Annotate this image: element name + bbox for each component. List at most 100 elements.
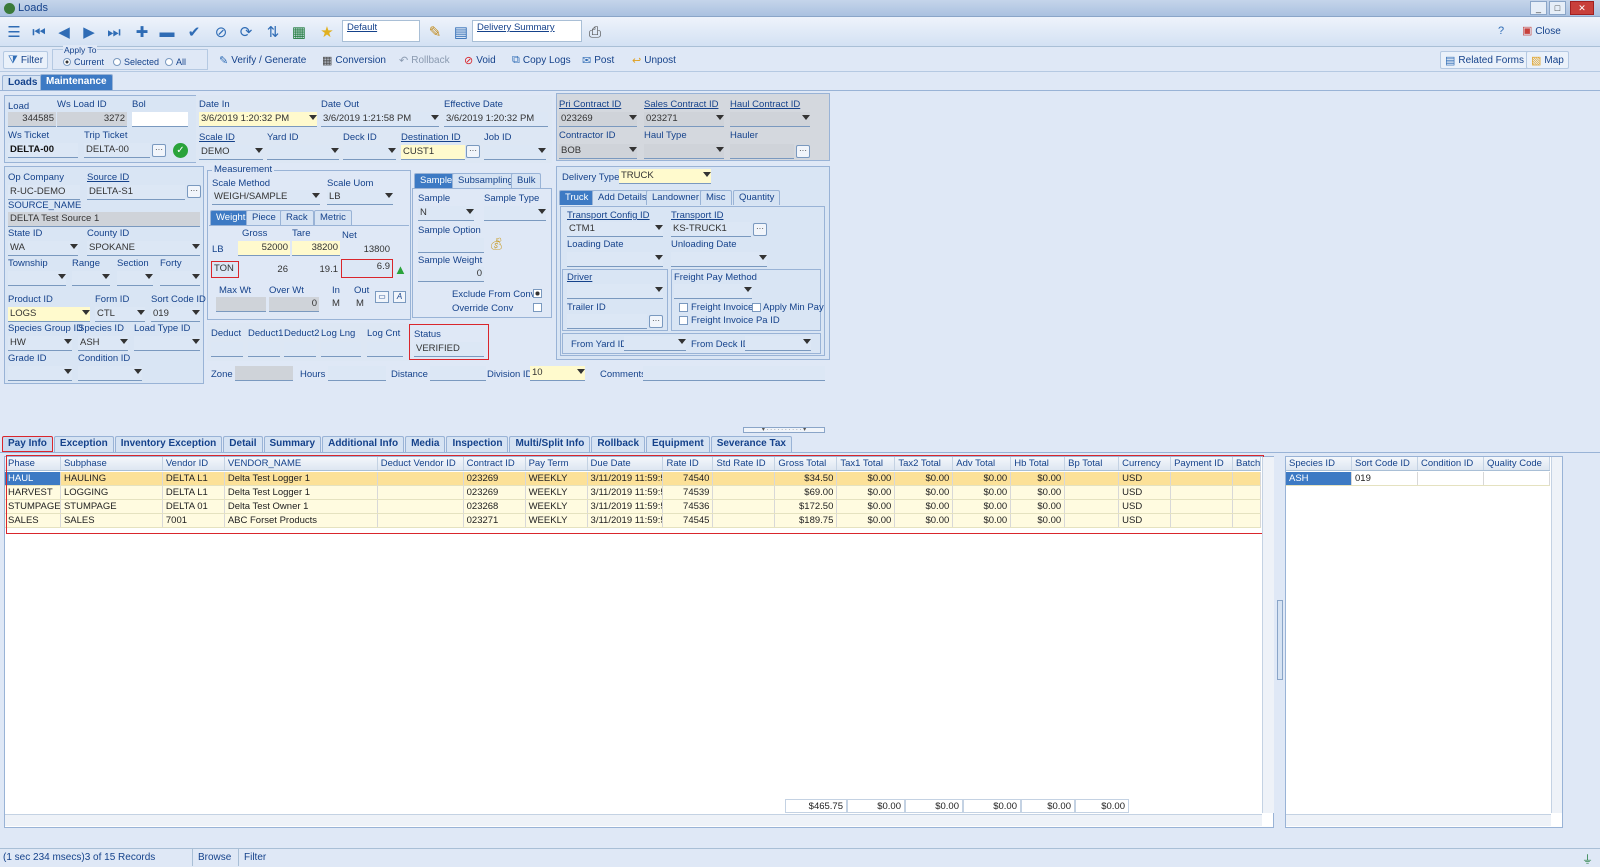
print-icon[interactable]: ⎙ [584, 21, 606, 43]
tab-additional-info[interactable]: Additional Info [322, 436, 405, 452]
pay-grid-vscrollbar[interactable] [1262, 457, 1274, 813]
freight-pay-field[interactable] [674, 284, 752, 299]
job-id-field[interactable] [484, 145, 546, 160]
scale-id-label[interactable]: Scale ID [199, 132, 235, 143]
filter-button[interactable]: ⧩ Filter [3, 51, 49, 69]
apply-all-radio[interactable]: All [165, 57, 186, 67]
delete-record-icon[interactable]: ▬ [156, 21, 178, 43]
source-id-field[interactable]: DELTA-S1 [87, 185, 185, 200]
destination-id-label[interactable]: Destination ID [401, 132, 461, 143]
next-record-icon[interactable]: ▶ [78, 21, 100, 43]
exclude-conv-checkbox[interactable] [533, 289, 542, 298]
sort-code-field[interactable]: 019 [151, 307, 200, 322]
destination-lookup-button[interactable]: ··· [466, 145, 480, 158]
deduct1-field[interactable] [248, 342, 280, 357]
freight-invoice-checkbox[interactable] [679, 303, 688, 312]
source-lookup-button[interactable]: ··· [187, 185, 201, 198]
transport-config-field[interactable]: CTM1 [567, 222, 663, 237]
freight-invoice-pa-checkbox[interactable] [679, 316, 688, 325]
driver-label[interactable]: Driver [567, 272, 592, 283]
delivery-type-field[interactable]: TRUCK [619, 169, 711, 184]
deduct-field[interactable] [211, 342, 243, 357]
sales-contract-field[interactable]: 023271 [644, 112, 724, 127]
date-out-field[interactable]: 3/6/2019 1:21:58 PM [321, 112, 439, 127]
export-icon[interactable]: ⇅ [262, 21, 284, 43]
from-deck-field[interactable] [745, 336, 811, 351]
save-record-icon[interactable]: ✔ [183, 21, 205, 43]
table-cell[interactable] [1418, 472, 1484, 485]
sample-option-field[interactable] [418, 238, 484, 253]
unpost-button[interactable]: ↩ Unpost [628, 51, 680, 69]
tab-maintenance[interactable]: Maintenance [40, 74, 113, 90]
table-row[interactable]: ASH 019 [1286, 472, 1550, 486]
hauler-lookup-button[interactable]: ··· [796, 145, 810, 158]
division-field[interactable]: 10 [530, 366, 585, 381]
hours-field[interactable] [328, 366, 386, 381]
override-conv-checkbox[interactable] [533, 303, 542, 312]
range-field[interactable] [72, 271, 110, 286]
species-group-field[interactable]: HW [8, 336, 72, 351]
tab-rollback[interactable]: Rollback [591, 436, 646, 452]
transport-lookup-button[interactable]: ··· [753, 223, 767, 236]
rollback-button[interactable]: ↶ Rollback [395, 51, 454, 69]
driver-field[interactable] [567, 284, 663, 299]
arrow-up-icon[interactable]: ▲ [394, 262, 407, 277]
tab-quantity[interactable]: Quantity [733, 190, 781, 205]
tab-truck[interactable]: Truck [559, 190, 595, 205]
table-cell[interactable]: ASH [1286, 472, 1352, 485]
tare-lb-field[interactable]: 38200 [292, 241, 340, 256]
yard-id-field[interactable] [267, 145, 339, 160]
pri-contract-label[interactable]: Pri Contract ID [559, 99, 621, 110]
related-forms-button[interactable]: ▤ Related Forms [1440, 51, 1529, 69]
log-lng-field[interactable] [321, 342, 361, 357]
tab-equipment[interactable]: Equipment [646, 436, 710, 452]
unloading-date-field[interactable] [671, 252, 767, 267]
apply-min-pay-checkbox[interactable] [752, 303, 761, 312]
menu-icon[interactable]: ☰ [3, 21, 25, 43]
loading-date-field[interactable] [567, 252, 663, 267]
tab-media[interactable]: Media [405, 436, 446, 452]
edit-view-icon[interactable]: ✎ [424, 21, 446, 43]
tab-landowner[interactable]: Landowner [646, 190, 706, 205]
sample-type-field[interactable] [484, 206, 546, 221]
post-button[interactable]: ✉ Post [578, 51, 618, 69]
column-header[interactable]: Condition ID [1418, 457, 1484, 470]
comments-field[interactable] [643, 366, 825, 381]
close-form-button[interactable]: ▣ Close [1522, 24, 1561, 37]
report-icon[interactable]: ▤ [450, 21, 472, 43]
conversion-button[interactable]: ▦ Conversion [318, 51, 390, 69]
trailer-field[interactable] [567, 314, 647, 329]
tab-detail[interactable]: Detail [223, 436, 263, 452]
tab-exception[interactable]: Exception [53, 436, 114, 452]
product-field[interactable]: LOGS [8, 307, 90, 322]
tab-summary[interactable]: Summary [263, 436, 322, 452]
help-icon[interactable]: ? [1498, 25, 1504, 37]
unit-ton-field[interactable]: TON [211, 261, 239, 278]
destination-id-field[interactable]: CUST1 [401, 145, 465, 160]
net-ton-field[interactable]: 6.9 [341, 259, 393, 278]
sample-field[interactable]: N [418, 206, 474, 221]
log-cnt-field[interactable] [367, 342, 403, 357]
first-record-icon[interactable]: ⏮ [28, 21, 50, 43]
cancel-edit-icon[interactable]: ⊘ [210, 21, 232, 43]
tab-piece[interactable]: Piece [246, 210, 282, 225]
forty-field[interactable] [160, 271, 200, 286]
favorite-star-icon[interactable]: ★ [316, 21, 338, 43]
form-field[interactable]: CTL [95, 307, 145, 322]
last-record-icon[interactable]: ⏭ [103, 21, 125, 43]
text-icon[interactable]: A [393, 291, 406, 303]
species-grid-vscrollbar[interactable] [1551, 457, 1562, 813]
over-wt-field[interactable]: 0 [269, 297, 319, 312]
status-field[interactable]: VERIFIED [414, 342, 484, 357]
section-field[interactable] [117, 271, 153, 286]
species-field[interactable]: ASH [78, 336, 128, 351]
tab-rack[interactable]: Rack [280, 210, 314, 225]
excel-icon[interactable]: ▦ [288, 21, 310, 43]
scale-uom-field[interactable]: LB [327, 190, 393, 205]
load-field[interactable]: 344585 [8, 112, 56, 127]
gross-lb-field[interactable]: 52000 [238, 241, 290, 256]
trip-ticket-lookup-button[interactable]: ··· [152, 144, 166, 157]
tab-add-details[interactable]: Add Details [592, 190, 653, 205]
contractor-field[interactable]: BOB [559, 144, 637, 159]
table-cell[interactable] [1484, 472, 1550, 485]
